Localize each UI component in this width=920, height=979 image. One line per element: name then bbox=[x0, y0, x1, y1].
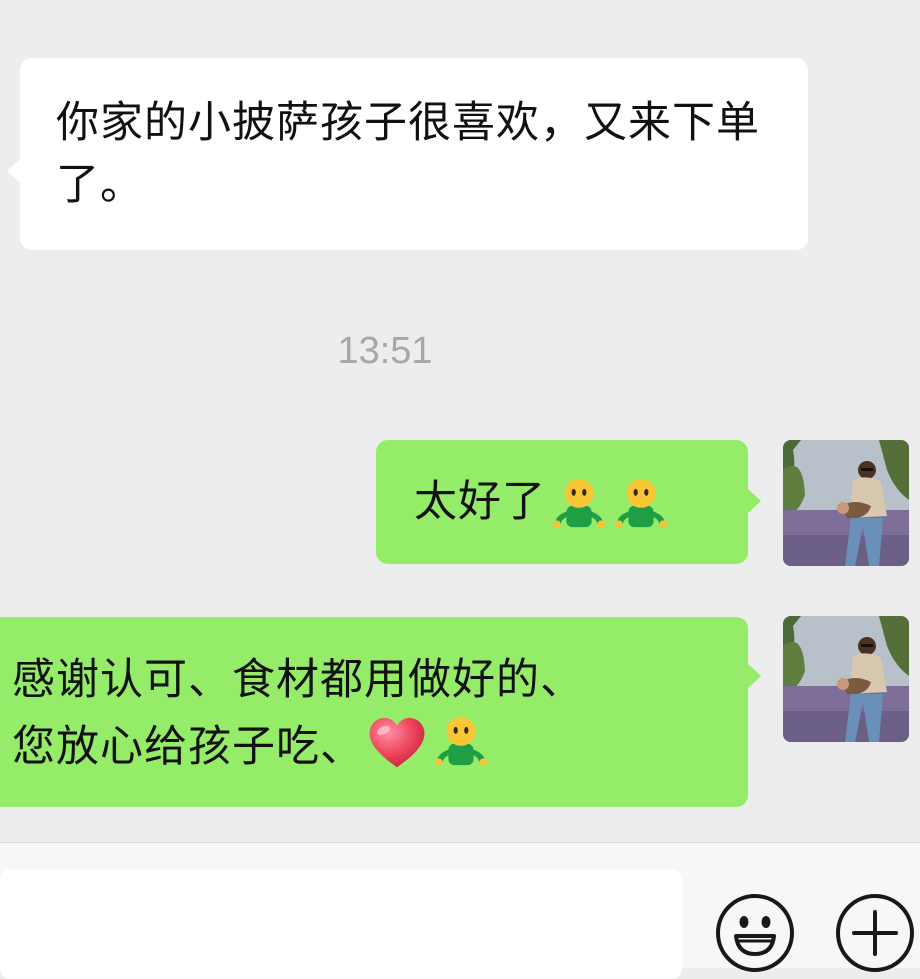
smiley-icon bbox=[734, 916, 776, 956]
avatar-photo bbox=[783, 616, 909, 742]
plus-icon bbox=[852, 910, 898, 956]
emoji-button[interactable] bbox=[716, 894, 794, 972]
message-text: 太好了 bbox=[414, 477, 546, 527]
chat-area[interactable]: 你家的小披萨孩子很喜欢，又来下单了。 13:51 太好了 感谢认可、食材都用做好… bbox=[0, 0, 920, 842]
outgoing-message-bubble[interactable]: 太好了 bbox=[376, 440, 761, 564]
message-text: 你家的小披萨孩子很喜欢，又来下单了。 bbox=[56, 98, 760, 210]
user-avatar[interactable] bbox=[783, 616, 909, 742]
message-line: 您放心给孩子吃、 bbox=[12, 722, 364, 772]
person-emoji-icon bbox=[432, 711, 490, 769]
message-line-with-emojis: 您放心给孩子吃、 bbox=[12, 711, 738, 778]
input-bar bbox=[0, 842, 920, 979]
bubble-tail bbox=[747, 488, 761, 514]
incoming-message-bubble[interactable]: 你家的小披萨孩子很喜欢，又来下单了。 bbox=[7, 58, 808, 250]
red-heart-emoji-icon bbox=[366, 713, 428, 771]
outgoing-message-bubble[interactable]: 感谢认可、食材都用做好的、 您放心给孩子吃、 bbox=[0, 617, 761, 807]
bubble-tail bbox=[7, 158, 21, 184]
message-input[interactable] bbox=[0, 869, 682, 979]
more-actions-button[interactable] bbox=[836, 894, 914, 972]
avatar-photo bbox=[783, 440, 909, 566]
user-avatar[interactable] bbox=[783, 440, 909, 566]
person-emoji-icon bbox=[550, 473, 608, 531]
person-emoji-icon bbox=[612, 473, 670, 531]
bubble-tail bbox=[747, 663, 761, 689]
timestamp: 13:51 bbox=[337, 330, 433, 372]
message-line: 感谢认可、食材都用做好的、 bbox=[12, 655, 584, 705]
